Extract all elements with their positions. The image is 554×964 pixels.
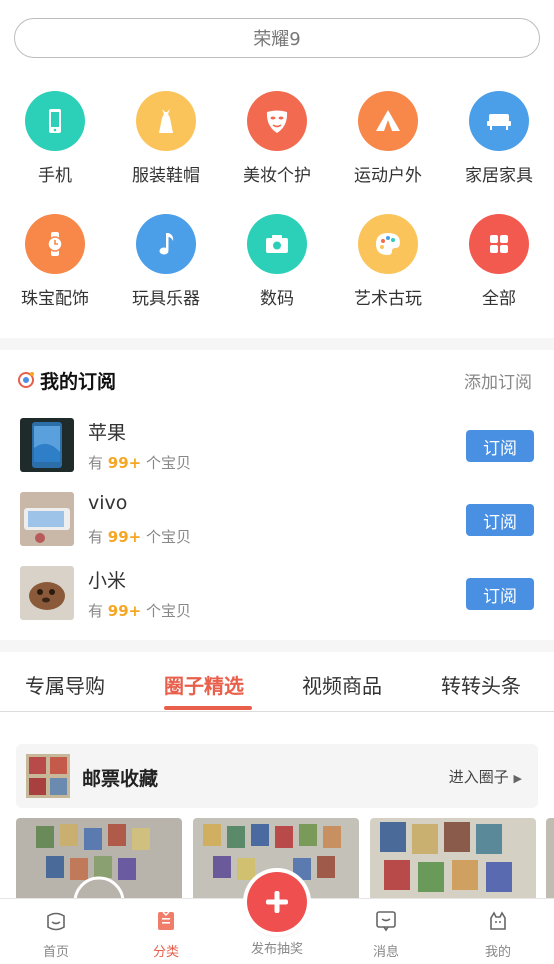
category-label: 美妆个护 [243,166,311,186]
phone-icon [25,91,85,151]
circle-photo[interactable] [546,818,554,898]
category-item-outdoor[interactable]: 运动户外 [333,91,443,201]
tab-exclusive-guide[interactable]: 专属导购 [25,670,105,699]
subscription-thumbnail [20,418,74,472]
subscriptions-header: 我的订阅 添加订阅 [0,350,554,408]
nav-messages[interactable]: 消息 [346,909,426,960]
home-icon [47,912,65,931]
tent-icon [358,91,418,151]
circle-thumbnail [26,754,70,798]
my-subscriptions-section: 我的订阅 添加订阅 苹果 有 99+ 个宝贝 订阅 vivo 有 99+ 个宝贝… [0,350,554,640]
nav-label: 消息 [372,945,399,960]
circle-card[interactable]: 邮票收藏 进入圈子 ▶ [16,744,538,808]
tab-circle-picks[interactable]: 圈子精选 [164,670,244,699]
subscription-count: 有 99+ 个宝贝 [88,528,192,546]
subscribe-button[interactable]: 订阅 [466,578,534,610]
category-label: 家居家具 [465,166,533,186]
publish-label: 发布抽奖 [250,942,303,957]
subscriptions-title: 我的订阅 [40,371,117,393]
nav-label: 首页 [42,945,69,960]
category-item-all[interactable]: 全部 [444,214,554,324]
subscription-name: 苹果 [88,422,127,444]
category-item-clothing[interactable]: 服装鞋帽 [111,91,221,201]
nav-mine[interactable]: 我的 [458,909,538,960]
category-label: 手机 [38,166,72,186]
subscription-row[interactable]: 小米 有 99+ 个宝贝 订阅 [0,566,554,636]
category-item-art[interactable]: 艺术古玩 [333,214,443,324]
subscription-thumbnail [20,492,74,546]
active-tab-indicator [164,706,252,710]
tab-video-products[interactable]: 视频商品 [302,670,382,699]
category-label: 服装鞋帽 [132,166,200,186]
category-item-toys[interactable]: 玩具乐器 [111,214,221,324]
subscription-row[interactable]: vivo 有 99+ 个宝贝 订阅 [0,492,554,562]
circle-photo[interactable] [370,818,536,898]
enter-circle-link[interactable]: 进入圈子 ▶ [449,766,522,787]
circle-photo[interactable] [16,818,182,898]
category-label: 全部 [482,289,516,309]
subscription-icon [18,372,34,388]
category-icon [158,911,174,930]
category-item-jewelry[interactable]: 珠宝配饰 [0,214,110,324]
music-note-icon [136,214,196,274]
palette-icon [358,214,418,274]
mask-icon [247,91,307,151]
subscription-name: vivo [88,492,128,514]
subscription-name: 小米 [88,570,127,592]
category-label: 珠宝配饰 [21,289,89,309]
dress-icon [136,91,196,151]
nav-label: 我的 [484,945,511,960]
status-bar-strip [0,0,554,8]
message-icon [376,911,396,932]
category-item-home[interactable]: 家居家具 [444,91,554,201]
subscription-thumbnail [20,566,74,620]
nav-category[interactable]: 分类 [126,909,206,960]
subscription-count: 有 99+ 个宝贝 [88,602,192,620]
search-bar-container: 荣耀9 [0,8,554,78]
search-input[interactable]: 荣耀9 [14,18,540,58]
nav-home[interactable]: 首页 [16,909,96,960]
subscribe-button[interactable]: 订阅 [466,504,534,536]
triangle-right-icon: ▶ [513,772,522,785]
profile-icon [490,911,506,930]
search-placeholder: 荣耀9 [253,29,301,50]
publish-button[interactable] [247,872,307,932]
add-subscription-link[interactable]: 添加订阅 [464,368,532,393]
content-tabs: 专属导购 圈子精选 视频商品 转转头条 [0,652,554,712]
category-item-beauty[interactable]: 美妆个护 [222,91,332,201]
plus-icon [266,891,288,913]
tab-headlines[interactable]: 转转头条 [441,670,521,699]
subscription-count: 有 99+ 个宝贝 [88,454,192,472]
category-label: 运动户外 [354,166,422,186]
camera-icon [247,214,307,274]
category-grid: 手机 服装鞋帽 美妆个护 运动户外 家居家具 珠宝配饰 玩具乐器 数码 艺术古玩… [0,78,554,338]
grid-icon [469,214,529,274]
watch-icon [25,214,85,274]
category-label: 玩具乐器 [132,289,200,309]
sofa-icon [469,91,529,151]
circle-title: 邮票收藏 [82,768,159,790]
nav-label: 分类 [152,945,179,960]
category-item-digital[interactable]: 数码 [222,214,332,324]
subscription-row[interactable]: 苹果 有 99+ 个宝贝 订阅 [0,418,554,488]
subscribe-button[interactable]: 订阅 [466,430,534,462]
category-item-phone[interactable]: 手机 [0,91,110,201]
category-label: 艺术古玩 [354,289,422,309]
category-label: 数码 [260,289,294,309]
